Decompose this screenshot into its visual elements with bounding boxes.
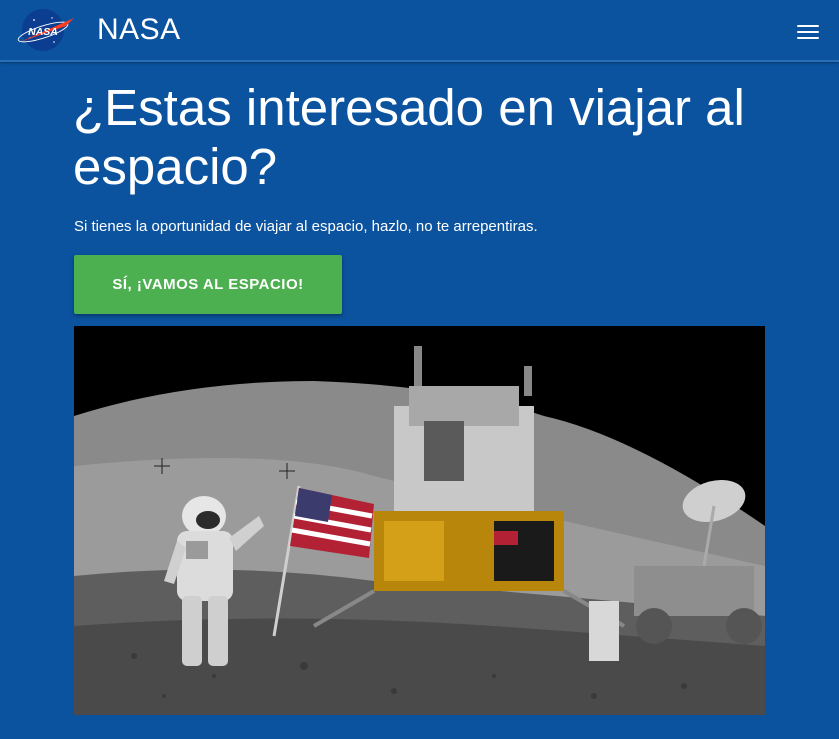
- hero-title: ¿Estas interesado en viajar al espacio?: [73, 79, 745, 195]
- navbar: NASA NASA: [0, 0, 839, 62]
- cta-button[interactable]: SÍ, ¡VAMOS AL ESPACIO!: [74, 255, 342, 314]
- brand-title[interactable]: NASA: [97, 13, 181, 47]
- hamburger-menu-icon[interactable]: [797, 25, 819, 40]
- nasa-logo[interactable]: NASA: [14, 6, 78, 54]
- hero-subtitle: Si tienes la oportunidad de viajar al es…: [74, 218, 538, 235]
- svg-text:NASA: NASA: [28, 26, 58, 38]
- moon-landing-photo: [74, 326, 765, 715]
